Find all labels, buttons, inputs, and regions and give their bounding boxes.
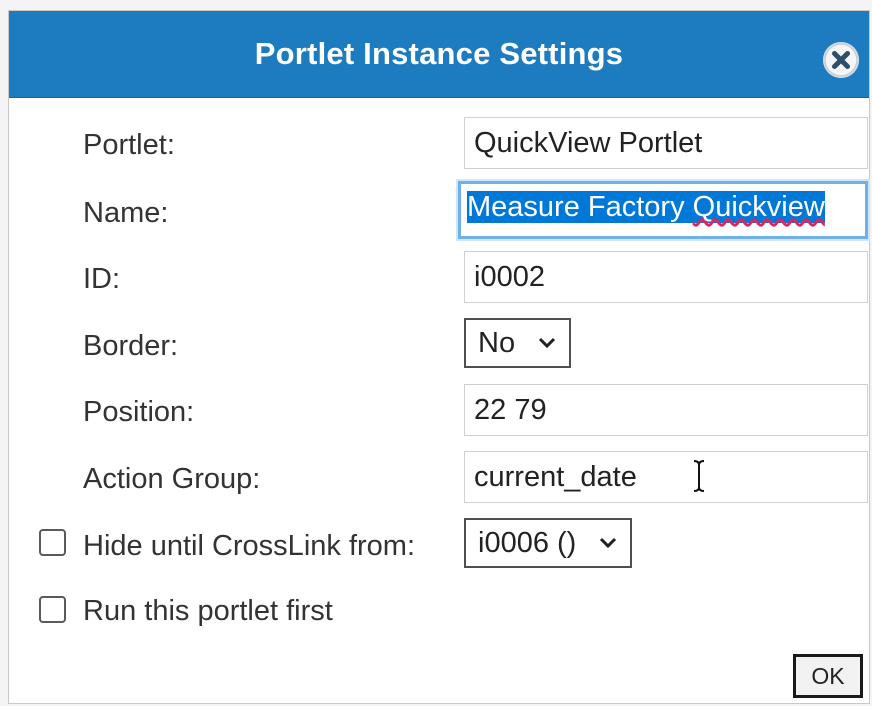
position-field[interactable]: 22 79 bbox=[464, 384, 868, 436]
dialog-titlebar: Portlet Instance Settings bbox=[9, 11, 869, 98]
action-group-label: Action Group: bbox=[83, 463, 261, 495]
close-button[interactable] bbox=[823, 42, 859, 78]
hide-until-crosslink-label: Hide until CrossLink from: bbox=[83, 530, 415, 562]
id-label: ID: bbox=[83, 263, 121, 295]
border-select-value: No bbox=[478, 327, 516, 359]
position-label: Position: bbox=[83, 396, 195, 428]
portlet-label: Portlet: bbox=[83, 129, 175, 161]
chevron-down-icon bbox=[538, 337, 556, 349]
ok-button[interactable]: OK bbox=[793, 654, 863, 698]
name-input[interactable]: Measure Factory Quickview bbox=[458, 181, 868, 239]
chevron-down-icon bbox=[599, 537, 617, 549]
id-field[interactable]: i0002 bbox=[464, 251, 868, 303]
border-select[interactable]: No bbox=[464, 318, 571, 368]
run-portlet-first-label: Run this portlet first bbox=[83, 595, 333, 627]
action-group-input[interactable]: current_date bbox=[464, 451, 868, 503]
portlet-instance-settings-dialog: Portlet Instance Settings Portlet: Quick… bbox=[8, 10, 870, 704]
name-value-part2: Quickview bbox=[692, 191, 825, 223]
crosslink-select[interactable]: i0006 () bbox=[464, 518, 632, 568]
run-portlet-first-checkbox[interactable] bbox=[39, 596, 66, 623]
name-label: Name: bbox=[83, 197, 169, 229]
dialog-title: Portlet Instance Settings bbox=[254, 36, 624, 71]
name-selected-text: Measure Factory Quickview bbox=[467, 191, 825, 223]
crosslink-select-value: i0006 () bbox=[478, 527, 577, 559]
close-circle-icon bbox=[824, 43, 858, 77]
i-beam-cursor-icon bbox=[693, 460, 705, 492]
portlet-field[interactable]: QuickView Portlet bbox=[464, 117, 868, 169]
name-value-part1: Measure Factory bbox=[467, 191, 693, 223]
hide-until-crosslink-checkbox[interactable] bbox=[39, 529, 66, 556]
border-label: Border: bbox=[83, 330, 179, 362]
